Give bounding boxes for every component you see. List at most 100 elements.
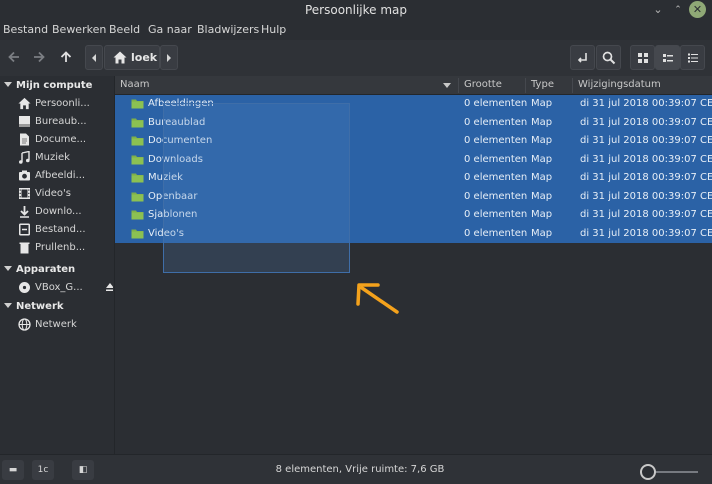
folder-icon (131, 136, 144, 146)
column-separator[interactable] (525, 78, 526, 93)
toggle-location-button[interactable] (570, 45, 595, 70)
maximize-button[interactable]: ⌃ (670, 2, 686, 18)
column-type[interactable]: Type (531, 79, 554, 90)
sidebar-section-label: Apparaten (16, 264, 76, 275)
folder-icon (131, 155, 144, 164)
compact-view-button[interactable] (680, 45, 705, 70)
menu-bladwijzers[interactable]: Bladwijzers (197, 23, 259, 36)
search-icon (602, 51, 615, 65)
film-icon (19, 188, 30, 199)
close-icon: ✕ (692, 3, 703, 16)
sidebar-item-music[interactable]: Muziek (18, 150, 113, 166)
file-type: Map (531, 135, 553, 146)
sidebar-item-label: Video's (35, 188, 71, 199)
hide-sidebar-button[interactable]: ◧ (72, 460, 94, 480)
trash-icon (19, 242, 30, 254)
treeview-button[interactable]: 1c (32, 460, 54, 480)
icon-view-icon (637, 53, 648, 63)
sidebar-item-label: Prullenb... (35, 242, 86, 253)
status-bar: ▬ 1c ◧ 8 elementen, Vrije ruimte: 7,6 GB (0, 454, 712, 484)
column-date[interactable]: Wijzigingsdatum (578, 79, 661, 90)
close-button[interactable]: ✕ (689, 1, 706, 18)
column-separator[interactable] (458, 78, 459, 93)
sidebar-item-network[interactable]: Netwerk (18, 317, 113, 333)
minimize-icon: ⌄ (653, 3, 663, 16)
network-icon (18, 318, 31, 331)
search-button[interactable] (596, 45, 621, 70)
selection-rectangle (163, 103, 350, 273)
icon-view-button[interactable] (630, 45, 655, 70)
file-type: Map (531, 116, 553, 128)
compact-view-icon (687, 53, 698, 63)
sidebar-section-computer[interactable]: Mijn compute (4, 80, 92, 91)
filesystem-icon (19, 223, 30, 236)
sidebar-section-network[interactable]: Netwerk (4, 301, 64, 312)
back-icon (7, 51, 19, 63)
forward-button[interactable] (26, 45, 51, 70)
folder-icon (131, 210, 144, 220)
file-size: 0 elementen (464, 116, 528, 128)
up-icon (60, 51, 71, 62)
sidebar-item-trash[interactable]: Prullenb... (18, 240, 113, 256)
sidebar-item-label: Muziek (35, 152, 70, 163)
menu-beeld[interactable]: Beeld (109, 23, 140, 36)
column-separator[interactable] (572, 78, 573, 93)
path-left-icon (92, 54, 96, 62)
disc-icon (19, 282, 30, 293)
sidebar-section-label: Netwerk (16, 301, 64, 312)
file-date: di 31 jul 2018 00:39:07 CEST (580, 227, 712, 239)
menu-ga-naar[interactable]: Ga naar (148, 23, 192, 36)
menu-hulp[interactable]: Hulp (261, 23, 286, 36)
sidebar-item-filesystem[interactable]: Bestand... (18, 222, 113, 238)
file-type: Map (531, 227, 553, 239)
sidebar-section-label: Mijn compute (16, 80, 93, 91)
sidebar-item-vbox[interactable]: VBox_G... (18, 280, 113, 296)
minimize-button[interactable]: ⌄ (650, 2, 666, 18)
toggle-location-icon (577, 53, 587, 63)
path-left-button[interactable] (85, 45, 103, 70)
camera-icon (19, 170, 30, 181)
sidebar-item-desktop[interactable]: Bureaub... (18, 114, 113, 130)
folder-icon (131, 118, 144, 127)
maximize-icon: ⌃ (674, 5, 682, 15)
list-view-button[interactable] (655, 45, 680, 70)
file-date: di 31 jul 2018 00:39:07 CEST (580, 190, 712, 202)
home-icon (18, 97, 31, 110)
path-label: loek (131, 51, 158, 64)
up-button[interactable] (53, 45, 78, 70)
desktop-icon (19, 116, 30, 127)
document-icon (20, 133, 29, 146)
folder-icon (131, 173, 144, 183)
file-size: 0 elementen (464, 190, 528, 202)
file-date: di 31 jul 2018 00:39:07 CEST (580, 98, 712, 109)
file-date: di 31 jul 2018 00:39:07 CEST (580, 116, 712, 128)
status-text: 8 elementen, Vrije ruimte: 7,6 GB (275, 464, 445, 475)
column-name[interactable]: Naam (120, 79, 149, 90)
sidebar-item-home[interactable]: Persoonli... (18, 96, 113, 112)
path-button-home[interactable]: loek (104, 45, 160, 70)
sidebar-item-label: Afbeeldi... (35, 170, 86, 181)
sidebar-toggle-icon: ▬ (8, 465, 18, 475)
places-button[interactable]: ▬ (2, 460, 24, 480)
menu-bestand[interactable]: Bestand (3, 23, 48, 36)
sidebar-section-devices[interactable]: Apparaten (4, 264, 75, 275)
download-icon (20, 206, 29, 218)
sidebar-item-videos[interactable]: Video's (18, 186, 113, 202)
path-right-button[interactable] (160, 45, 178, 70)
list-view-icon (662, 54, 673, 62)
zoom-slider-knob[interactable] (640, 464, 656, 480)
forward-icon (33, 51, 45, 63)
file-type: Map (531, 153, 553, 165)
file-type: Map (531, 190, 553, 202)
back-button[interactable] (1, 45, 26, 70)
folder-icon (131, 192, 144, 201)
eject-icon[interactable] (105, 282, 113, 292)
path-right-icon (167, 54, 171, 62)
sidebar-item-documents[interactable]: Docume... (18, 132, 113, 148)
file-date: di 31 jul 2018 00:39:07 CEST (580, 153, 712, 165)
sidebar-item-label: Docume... (35, 134, 87, 145)
sidebar-item-downloads[interactable]: Downlo... (18, 204, 113, 220)
menu-bewerken[interactable]: Bewerken (52, 23, 106, 36)
sidebar-item-pictures[interactable]: Afbeeldi... (18, 168, 113, 184)
column-size[interactable]: Grootte (464, 79, 502, 90)
